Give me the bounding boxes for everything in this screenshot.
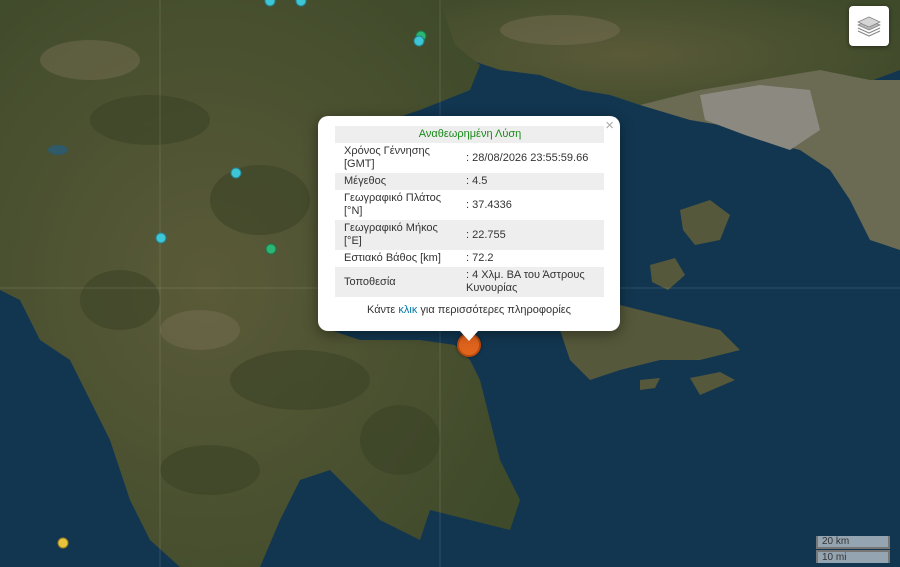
more-info-link[interactable]: κλικ: [398, 304, 417, 316]
popup-footer: Κάντε κλικ για περισσότερες πληροφορίες: [318, 304, 620, 316]
map-canvas[interactable]: × Αναθεωρημένη Λύση Χρόνος Γέννησης [GMT…: [0, 0, 900, 567]
layers-button[interactable]: [849, 6, 889, 46]
scale-km: 20 km: [816, 536, 890, 549]
depth-label: Εστιακό Βάθος [km]: [344, 252, 441, 264]
origin-time-label: Χρόνος Γέννησης [GMT]: [344, 145, 430, 170]
longitude-label: Γεωγραφικό Μήκος [°E]: [335, 220, 457, 250]
scale-mi: 10 mi: [816, 550, 890, 563]
magnitude-value: : 4.5: [457, 173, 604, 190]
popup-tip: [460, 331, 478, 341]
location-label: Τοποθεσία: [335, 267, 457, 297]
earthquake-marker[interactable]: [57, 537, 69, 549]
layers-icon: [857, 16, 881, 37]
latitude-label: Γεωγραφικό Πλάτος [°N]: [344, 192, 442, 217]
earthquake-marker[interactable]: [155, 232, 167, 244]
depth-value: : 72.2: [466, 252, 494, 264]
scale-bar: 20 km 10 mi: [816, 536, 890, 563]
popup-title: Αναθεωρημένη Λύση: [335, 126, 604, 143]
earthquake-info-popup: × Αναθεωρημένη Λύση Χρόνος Γέννησης [GMT…: [318, 116, 620, 331]
latitude-value: : 37.4336: [466, 198, 512, 211]
popup-close-button[interactable]: ×: [605, 118, 614, 134]
earthquake-marker[interactable]: [230, 167, 242, 179]
footer-prefix: Κάντε: [367, 304, 399, 316]
earthquake-marker[interactable]: [413, 35, 425, 47]
earthquake-details-table: Αναθεωρημένη Λύση Χρόνος Γέννησης [GMT] …: [335, 126, 604, 297]
longitude-value: : 22.755: [457, 220, 604, 250]
location-value: : 4 Χλμ. ΒΑ του Άστρους Κυνουρίας: [457, 267, 604, 297]
origin-time-value: : 28/08/2026 23:55:59.66: [466, 151, 589, 164]
footer-suffix: για περισσότερες πληροφορίες: [417, 304, 571, 316]
magnitude-label: Μέγεθος: [335, 173, 457, 190]
earthquake-marker[interactable]: [265, 243, 277, 255]
